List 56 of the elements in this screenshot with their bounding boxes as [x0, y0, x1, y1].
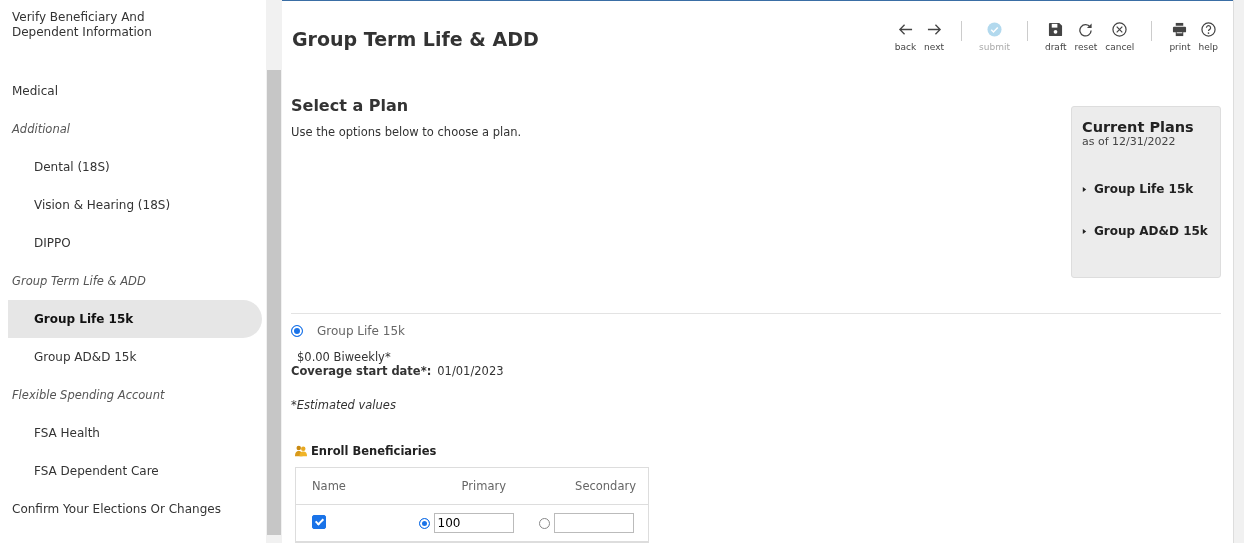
back-button[interactable]: back — [891, 22, 920, 52]
sidebar-item[interactable]: Medical — [8, 72, 262, 110]
sidebar-item[interactable]: DIPPO — [8, 224, 262, 262]
caret-icon — [1082, 227, 1087, 235]
as-of-date: as of 12/31/2022 — [1082, 135, 1177, 148]
scrollbar-thumb[interactable] — [267, 70, 281, 535]
sidebar-section-label: Flexible Spending Account — [11, 386, 166, 404]
check-circle-icon — [987, 22, 1002, 37]
printer-icon — [1172, 22, 1188, 37]
reload-icon — [1078, 22, 1094, 37]
sidebar-item[interactable]: FSA Dependent Care — [8, 452, 262, 490]
draft-button[interactable]: draft — [1041, 22, 1070, 52]
help-button[interactable]: help — [1195, 22, 1221, 52]
sidebar-item[interactable]: Group AD&D 15k — [8, 338, 262, 376]
percent-field[interactable] — [553, 513, 634, 533]
sidebar-item[interactable]: Vision & Hearing (18S) — [8, 186, 262, 224]
plan-cost: $0.00 Biweekly* — [297, 350, 392, 364]
section-subtitle: Use the options below to choose a plan. — [291, 125, 522, 139]
column-header: Name — [311, 479, 347, 493]
back-arrow-icon — [897, 22, 913, 37]
people-icon — [295, 445, 307, 457]
coverage-date: 01/01/2023 — [437, 364, 504, 378]
radio-button[interactable] — [538, 517, 550, 529]
close-icon — [1112, 22, 1128, 37]
sidebar-section-label: Group Term Life & ADD — [11, 272, 147, 290]
next-button[interactable]: next — [921, 22, 948, 52]
sidebar-section-label: Additional — [10, 120, 71, 138]
plan-option-label[interactable]: Group Life 15k — [317, 324, 405, 338]
reset-button[interactable]: reset — [1071, 22, 1101, 52]
estimate-note: *Estimated values — [291, 398, 397, 412]
cancel-button[interactable]: cancel — [1102, 22, 1138, 52]
scrollbar[interactable] — [1233, 0, 1244, 543]
radio-button[interactable] — [418, 517, 430, 529]
column-header: Primary — [460, 479, 507, 493]
percent-field[interactable]: 100 — [433, 513, 514, 533]
caret-icon — [1082, 185, 1087, 193]
card-title: Current Plans — [1082, 119, 1195, 135]
sidebar-item[interactable]: Group Life 15k — [8, 300, 262, 338]
print-button[interactable]: print — [1166, 22, 1194, 52]
radio-button[interactable] — [291, 325, 303, 337]
column-header: Secondary — [574, 479, 637, 493]
current-plan-link[interactable]: Group Life 15k — [1082, 168, 1214, 210]
page-title: Group Term Life & ADD — [292, 28, 539, 50]
sidebar-item[interactable]: FSA Health — [8, 414, 262, 452]
save-icon — [1048, 22, 1064, 37]
sidebar-item[interactable]: Verify Beneficiary And Dependent Information — [8, 10, 218, 46]
section-title: Select a Plan — [291, 96, 410, 115]
help-icon — [1200, 22, 1216, 37]
forward-arrow-icon — [926, 22, 942, 37]
current-plan-link[interactable]: Group AD&D 15k — [1082, 210, 1214, 252]
coverage-label: Coverage start date*: — [291, 364, 432, 378]
section-heading: Enroll Beneficiaries — [311, 444, 437, 458]
sidebar-item[interactable]: Dental (18S) — [8, 148, 262, 186]
scrollbar[interactable] — [266, 0, 282, 543]
checkbox[interactable] — [312, 514, 326, 529]
sidebar-item[interactable]: Confirm Your Elections Or Changes — [8, 490, 262, 528]
